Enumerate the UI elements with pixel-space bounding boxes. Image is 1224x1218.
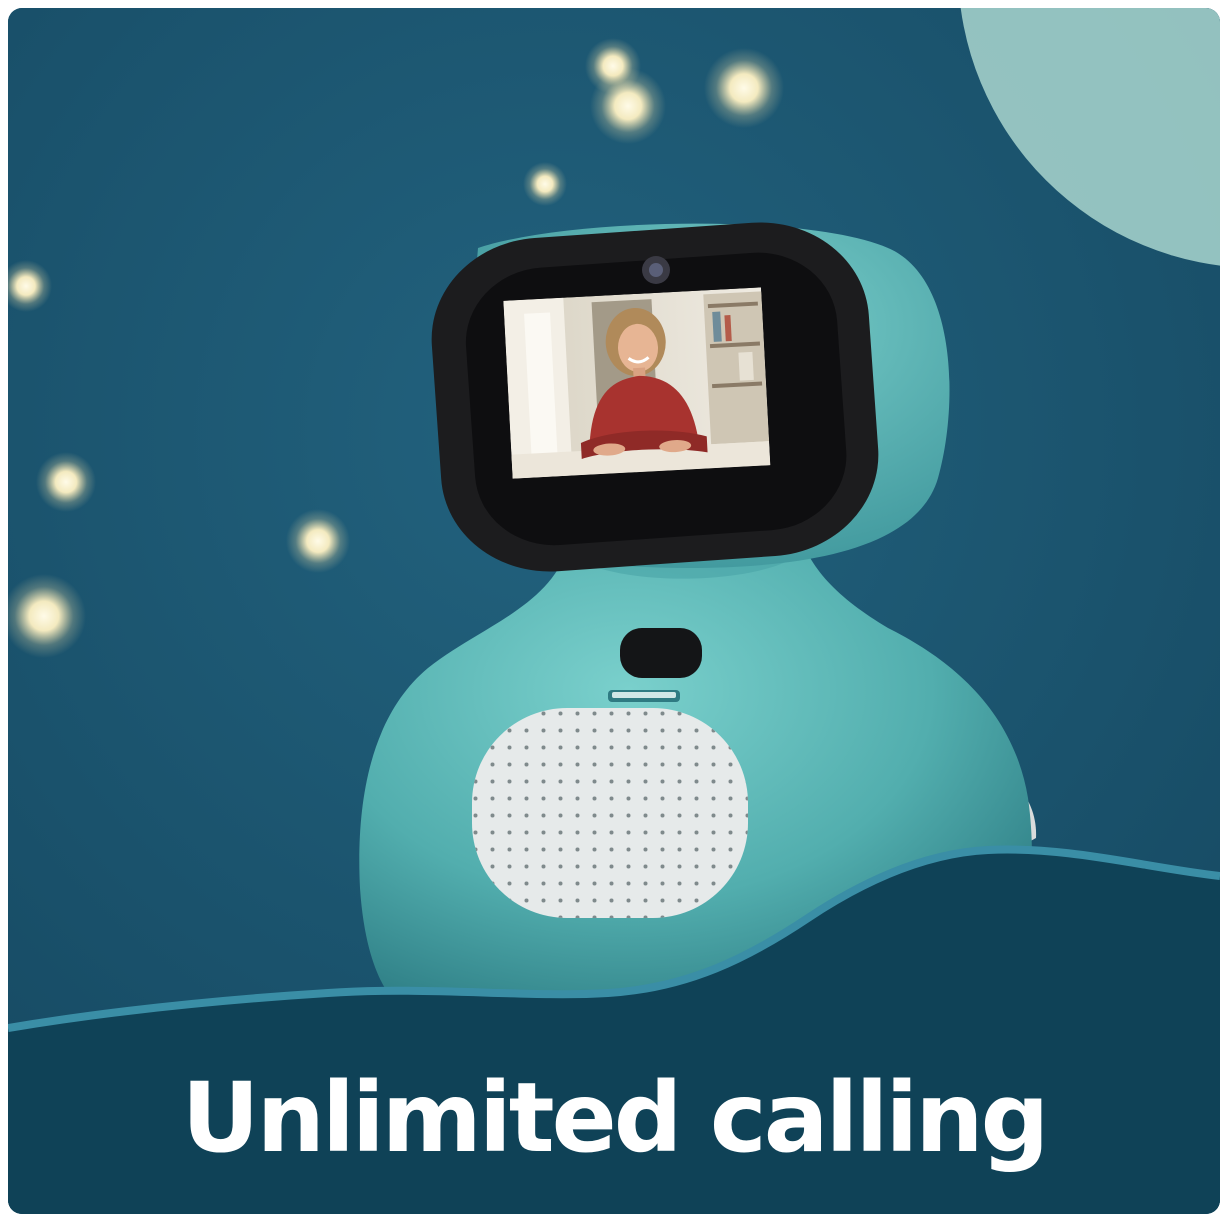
product-scene: [8, 8, 1220, 1214]
sensor-icon: [620, 628, 702, 678]
speaker-grille: [472, 708, 748, 918]
caption-headline: Unlimited calling: [181, 1062, 1050, 1174]
video-call-screen: [503, 287, 771, 479]
promo-card: Unlimited calling: [8, 8, 1220, 1214]
